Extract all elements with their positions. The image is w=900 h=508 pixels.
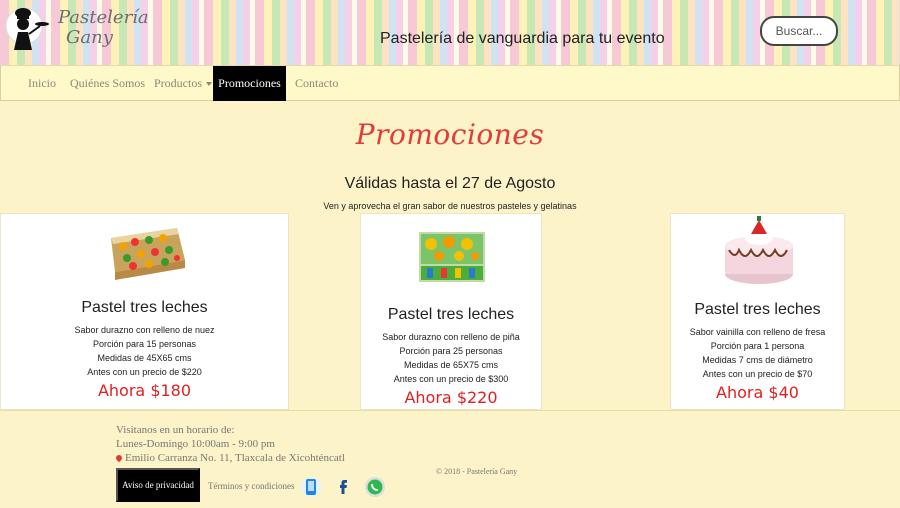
nav-item-quienes-somos[interactable]: Quiénes Somos — [61, 66, 154, 101]
address-line: Emilio Carranza No. 11, Tlaxcala de Xico… — [114, 452, 345, 464]
whatsapp-icon[interactable] — [364, 476, 386, 498]
page-title: Promociones — [355, 118, 545, 151]
card-line: Medidas 7 cms de diámetro — [702, 355, 813, 365]
phone-icon[interactable] — [300, 476, 322, 498]
nav-item-promociones[interactable]: Promociones — [213, 66, 286, 101]
card-title-1: Pastel tres leches — [81, 299, 208, 316]
privacy-button[interactable]: Aviso de privacidad — [116, 468, 200, 502]
card-line: Sabor durazno con relleno de nuez — [74, 325, 215, 335]
cake-image-2 — [419, 232, 485, 282]
site-logo[interactable]: Pastelería Gany — [2, 4, 149, 62]
cake-image-1 — [111, 228, 185, 280]
chef-logo-icon — [5, 7, 49, 50]
card-price-2: Ahora $220 — [404, 388, 498, 407]
logo-line1: Pastelería — [58, 7, 149, 28]
card-line: Sabor durazno con relleno de piña — [382, 332, 520, 342]
nav-item-productos[interactable]: Productos — [145, 66, 221, 101]
hours-title: Visitanos en un horario de: — [116, 424, 235, 436]
card-line: Porción para 1 persona — [710, 341, 805, 351]
card-line: Antes con un precio de $300 — [393, 374, 509, 384]
copyright-text: © 2018 - Pastelería Gany — [436, 467, 518, 476]
logo-line2: Gany — [66, 27, 113, 48]
promo-card-2: Pastel tres leches Sabor durazno con rel… — [360, 213, 542, 410]
nav-item-productos-label: Productos — [154, 76, 202, 90]
card-price-1: Ahora $180 — [97, 381, 192, 400]
main-nav: Inicio Quiénes Somos Productos Promocion… — [0, 66, 900, 101]
card-line: Porción para 25 personas — [399, 346, 503, 356]
promo-card-1: Pastel tres leches Sabor durazno con rel… — [0, 213, 289, 410]
facebook-icon[interactable] — [333, 476, 355, 498]
card-line: Porción para 15 personas — [92, 339, 197, 349]
card-title-2: Pastel tres leches — [387, 306, 515, 323]
search-button[interactable]: Buscar... — [760, 16, 838, 46]
card-price-3: Ahora $40 — [716, 383, 799, 402]
logo-text: Pastelería Gany — [58, 7, 149, 48]
terms-link[interactable]: Términos y condiciones — [208, 481, 294, 491]
promo-note: Ven y aprovecha el gran sabor de nuestro… — [323, 201, 577, 211]
location-pin-icon — [114, 454, 124, 463]
header-tagline: Pastelería de vanguardia para tu evento — [380, 30, 665, 47]
card-line: Medidas de 45X65 cms — [97, 353, 192, 363]
card-title-3: Pastel tres leches — [694, 301, 821, 318]
card-line: Sabor vainilla con relleno de fresa — [689, 327, 826, 337]
address-text: Emilio Carranza No. 11, Tlaxcala de Xico… — [125, 452, 345, 464]
card-line: Antes con un precio de $70 — [702, 369, 813, 379]
card-line: Medidas de 65X75 cms — [403, 360, 499, 370]
hours-text: Lunes-Domingo 10:00am - 9:00 pm — [116, 438, 275, 450]
nav-item-inicio[interactable]: Inicio — [19, 66, 65, 101]
promo-validity: Válidas hasta el 27 de Agosto — [344, 175, 556, 192]
cake-image-3 — [725, 216, 793, 284]
nav-item-contacto[interactable]: Contacto — [286, 66, 347, 101]
site-header: Pastelería Gany Pastelería de vanguardia… — [0, 0, 900, 66]
promo-card-3: Pastel tres leches Sabor vainilla con re… — [670, 213, 845, 410]
chevron-down-icon — [206, 82, 212, 87]
card-line: Antes con un precio de $220 — [87, 367, 202, 377]
